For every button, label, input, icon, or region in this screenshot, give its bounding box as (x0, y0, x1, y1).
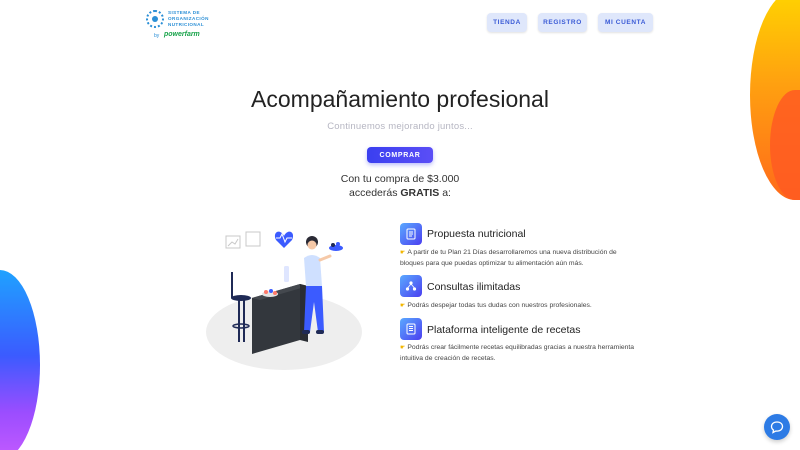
offer-line-2-pre: accederás (349, 187, 398, 199)
feature-desc-recetas: ☛ Podrás crear fácilmente recetas equilib… (400, 343, 640, 363)
feature-desc-propuesta: ☛ A partir de tu Plan 21 Días desarrollar… (400, 248, 640, 268)
feature-desc-consultas-text: Podrás despejar todas tus dudas con nues… (407, 302, 592, 309)
feature-desc-consultas: ☛ Podrás despejar todas tus dudas con nue… (400, 301, 640, 312)
nav-mi-cuenta-button[interactable]: MI CUENTA (598, 13, 653, 32)
logo-emblem-icon (146, 10, 164, 28)
pointing-hand-icon: ☛ (400, 345, 406, 351)
pointing-hand-icon: ☛ (400, 250, 406, 256)
page-subtitle: Continuemos mejorando juntos... (327, 121, 473, 132)
nutrition-illustration (206, 231, 362, 370)
offer-line-1: Con tu compra de $3.000 (340, 173, 460, 185)
site-logo[interactable]: Sistema de Organización Nutricional by p… (146, 8, 210, 42)
nav-tienda-button[interactable]: TIENDA (487, 13, 527, 32)
offer-line-2-post: a: (442, 187, 451, 199)
feature-desc-propuesta-text: A partir de tu Plan 21 Días desarrollare… (400, 249, 617, 267)
recipe-list-icon (400, 318, 422, 340)
buy-button[interactable]: COMPRAR (367, 147, 433, 163)
feature-desc-recetas-text: Podrás crear fácilmente recetas equilibr… (400, 344, 635, 362)
feature-title-recetas: Plataforma inteligente de recetas (427, 324, 581, 336)
logo-brand: powerfarm (164, 31, 200, 38)
logo-by: by (154, 33, 160, 39)
page-title: Acompañamiento profesional (251, 86, 549, 112)
chat-button[interactable] (764, 414, 790, 440)
network-icon (400, 275, 422, 297)
offer-free-label: GRATIS (400, 187, 440, 199)
feature-title-propuesta: Propuesta nutricional (427, 228, 526, 240)
feature-title-consultas: Consultas ilimitadas (427, 281, 521, 293)
document-list-icon (400, 223, 422, 245)
offer-line-2: accederás GRATIS a: (0, 187, 800, 199)
logo-text-line-3: Nutricional (168, 22, 205, 27)
pointing-hand-icon: ☛ (400, 303, 406, 309)
chat-bubble-icon (770, 421, 784, 434)
decorative-blob-left (0, 270, 40, 450)
nav-registro-button[interactable]: REGISTRO (538, 13, 587, 32)
